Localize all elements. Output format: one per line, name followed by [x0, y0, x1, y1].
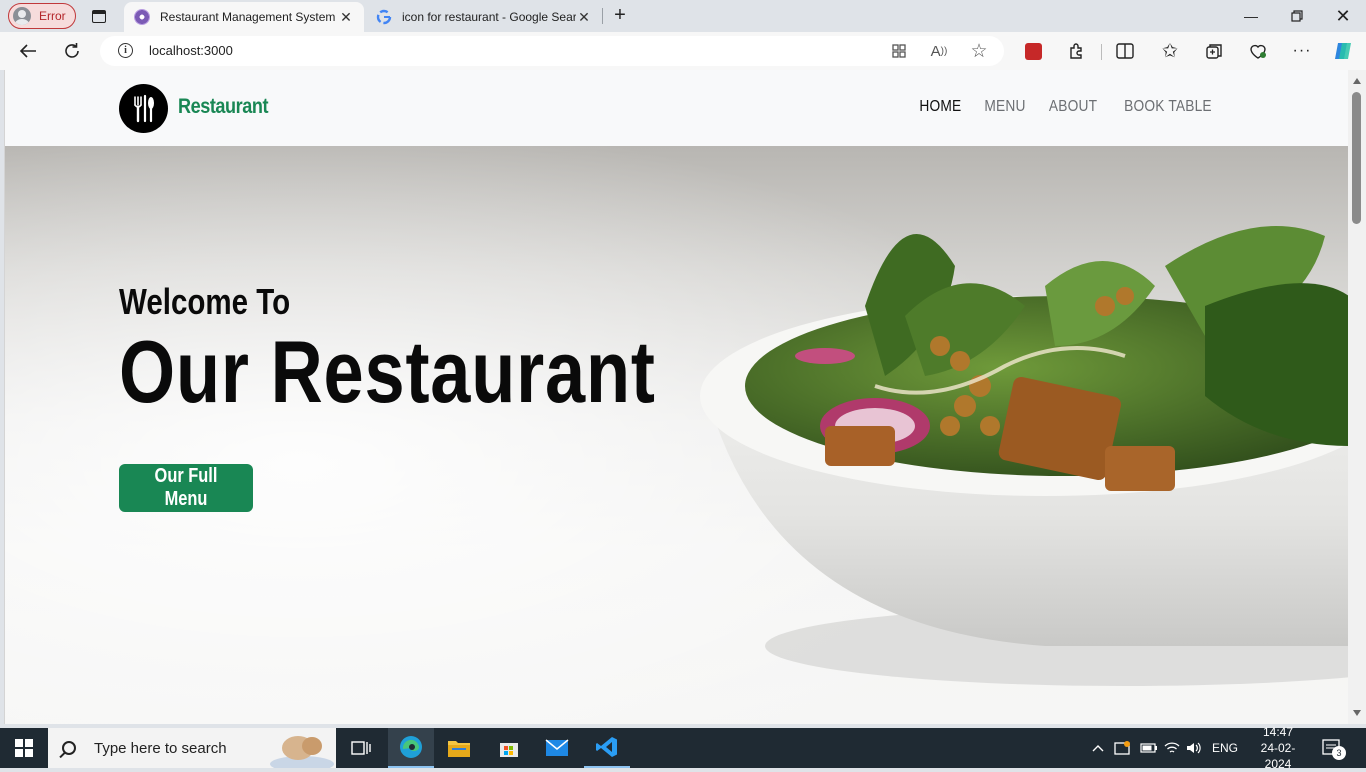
edge-taskbar-icon[interactable]	[388, 728, 434, 768]
profile-button[interactable]: Error	[8, 3, 76, 29]
windows-taskbar: Type here to search ENG 14:47 24-02-2024…	[0, 725, 1366, 771]
restore-icon[interactable]	[1274, 0, 1320, 32]
hero-headline: Our Restaurant	[119, 322, 656, 421]
clock-time: 14:47	[1262, 725, 1294, 739]
browser-toolbar: i localhost:3000 A)) ☆ ✩ ···	[0, 32, 1366, 70]
back-icon[interactable]	[14, 38, 42, 64]
scroll-up-icon[interactable]	[1353, 78, 1361, 84]
battery-icon[interactable]	[1140, 728, 1158, 768]
scrollbar-thumb[interactable]	[1352, 92, 1361, 224]
clock-date: 24-02-2024	[1260, 741, 1296, 771]
minimize-icon[interactable]: —	[1228, 0, 1274, 32]
full-menu-label: Our Full Menu	[154, 465, 218, 510]
taskbar-search-box[interactable]: Type here to search	[48, 728, 336, 768]
new-tab-icon[interactable]: +	[608, 4, 632, 28]
full-menu-button[interactable]: Our Full Menu	[119, 464, 253, 512]
language-indicator[interactable]: ENG	[1212, 728, 1238, 768]
react-favicon-icon	[134, 9, 150, 25]
scroll-down-icon[interactable]	[1353, 710, 1361, 716]
favorites-icon[interactable]: ✩	[1156, 38, 1184, 64]
collections-icon[interactable]	[1200, 38, 1228, 64]
notification-count: 3	[1332, 746, 1346, 760]
nav-link-book-table[interactable]: BOOK TABLE	[1117, 98, 1218, 116]
tab-title: icon for restaurant - Google Search	[402, 10, 576, 24]
volume-icon[interactable]	[1186, 728, 1202, 768]
file-explorer-icon[interactable]	[436, 728, 482, 768]
tray-app-icon[interactable]	[1114, 728, 1132, 768]
profile-avatar-icon	[13, 7, 31, 25]
tab-title: Restaurant Management System	[160, 10, 336, 24]
microsoft-store-icon[interactable]	[486, 728, 532, 768]
read-aloud-icon[interactable]: A))	[928, 41, 950, 61]
tab-google-search[interactable]: icon for restaurant - Google Search ✕	[366, 2, 602, 32]
task-view-icon[interactable]	[338, 728, 384, 768]
page-scrollbar[interactable]	[1348, 70, 1366, 724]
windows-start-icon[interactable]	[0, 728, 48, 768]
tab-actions-icon[interactable]	[88, 6, 110, 26]
split-screen-icon[interactable]	[1111, 38, 1139, 64]
site-info-icon[interactable]: i	[118, 43, 133, 58]
app-available-icon[interactable]	[888, 41, 910, 61]
extensions-puzzle-icon[interactable]	[1063, 38, 1091, 64]
browser-essentials-icon[interactable]	[1244, 38, 1272, 64]
toolbar-divider	[1101, 44, 1102, 60]
nav-link-home[interactable]: HOME	[913, 98, 969, 116]
search-icon	[62, 741, 76, 755]
salad-bowl-image	[5, 146, 1348, 724]
favorite-star-icon[interactable]: ☆	[968, 41, 990, 62]
nav-link-about[interactable]: ABOUT	[1042, 98, 1104, 116]
restaurant-logo-icon[interactable]	[119, 84, 168, 133]
extension-app-icon[interactable]	[1019, 38, 1047, 64]
notification-center-icon[interactable]: 3	[1322, 728, 1346, 768]
brand-name[interactable]: Restaurant	[178, 95, 268, 119]
site-navbar: Restaurant HOME MENU ABOUT BOOK TABLE	[5, 70, 1348, 146]
wifi-icon[interactable]	[1164, 728, 1180, 768]
profile-status-label: Error	[39, 9, 66, 23]
nav-links: HOME MENU ABOUT BOOK TABLE	[908, 98, 1227, 116]
search-highlight-icon	[270, 736, 334, 768]
tab-divider	[602, 8, 603, 24]
google-favicon-icon	[376, 9, 392, 25]
browser-tab-bar: Error Restaurant Management System ✕ ico…	[0, 0, 1366, 32]
hero-text: Welcome To Our Restaurant	[119, 281, 774, 423]
hero-section: Welcome To Our Restaurant Our Full Menu	[5, 146, 1348, 724]
nav-link-menu[interactable]: MENU	[978, 98, 1033, 116]
show-hidden-icons[interactable]	[1092, 728, 1104, 768]
hero-welcome: Welcome To	[119, 281, 291, 322]
close-tab-icon[interactable]: ✕	[576, 9, 592, 26]
tab-restaurant-management[interactable]: Restaurant Management System ✕	[124, 2, 364, 32]
copilot-icon[interactable]	[1329, 38, 1357, 64]
vscode-icon[interactable]	[584, 728, 630, 768]
web-page: Restaurant HOME MENU ABOUT BOOK TABLE We…	[4, 70, 1348, 724]
mail-icon[interactable]	[534, 728, 580, 768]
close-window-icon[interactable]: ✕	[1320, 0, 1366, 32]
address-bar[interactable]: i localhost:3000 A)) ☆	[100, 36, 1004, 66]
address-url: localhost:3000	[149, 43, 233, 58]
taskbar-search-placeholder: Type here to search	[94, 739, 227, 757]
clock[interactable]: 14:47 24-02-2024	[1248, 725, 1308, 771]
more-options-icon[interactable]: ···	[1288, 38, 1316, 64]
refresh-icon[interactable]	[58, 38, 86, 64]
close-tab-icon[interactable]: ✕	[338, 9, 354, 26]
